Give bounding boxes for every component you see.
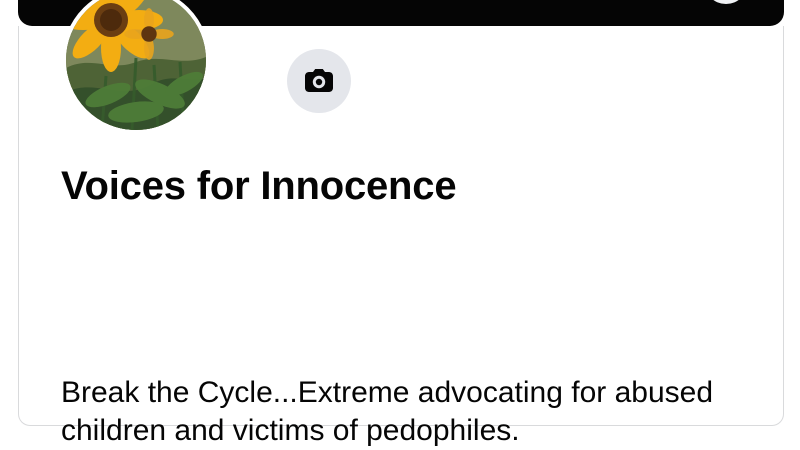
profile-screen: Voices for Innocence Break the Cycle...E… xyxy=(0,0,800,450)
profile-card: Voices for Innocence Break the Cycle...E… xyxy=(18,0,784,447)
sunflower-photo xyxy=(66,0,206,130)
change-profile-picture-button[interactable] xyxy=(287,49,351,113)
camera-icon xyxy=(305,69,333,92)
page-bio: Break the Cycle...Extreme advocating for… xyxy=(61,376,714,447)
page-title: Voices for Innocence xyxy=(61,164,457,208)
profile-picture[interactable] xyxy=(62,0,210,134)
